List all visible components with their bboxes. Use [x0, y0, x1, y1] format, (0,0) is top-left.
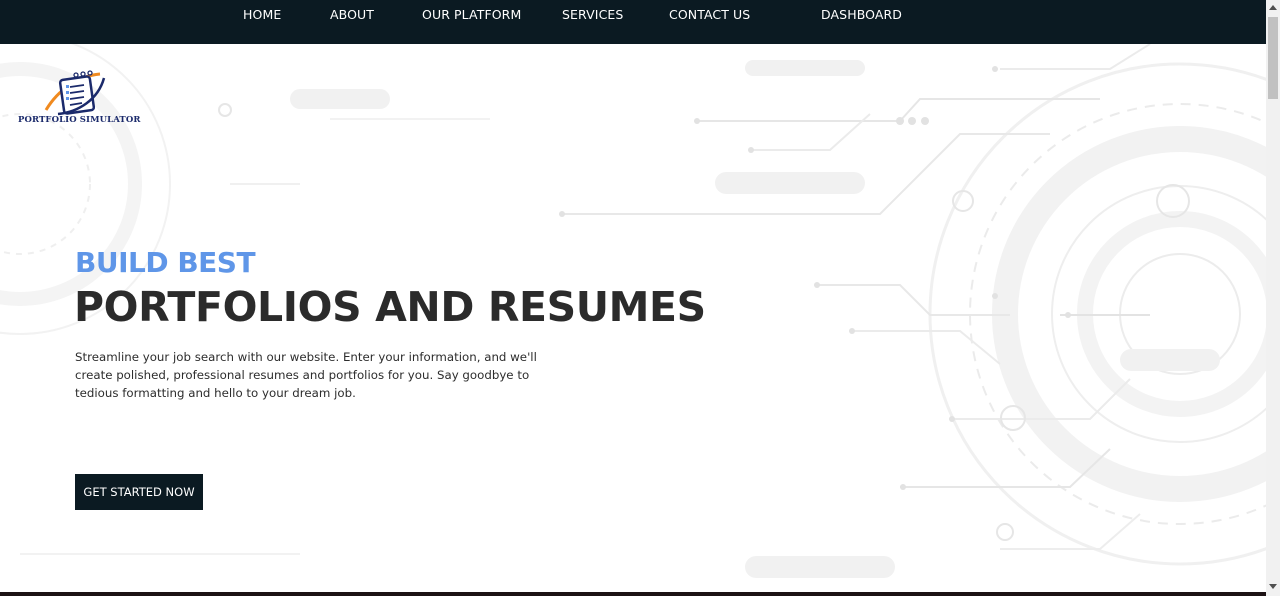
hero-eyebrow: BUILD BEST [75, 246, 256, 279]
hero-headline: PORTFOLIOS AND RESUMES [74, 283, 706, 331]
top-navigation-bar: HOME ABOUT OUR PLATFORM SERVICES CONTACT… [0, 0, 1266, 44]
hero-description: Streamline your job search with our webs… [75, 350, 537, 400]
resume-document-icon [44, 70, 106, 116]
next-section-edge [0, 592, 1266, 596]
logo-text: PORTFOLIO SIMULATOR [18, 115, 141, 125]
vertical-scrollbar[interactable] [1266, 0, 1280, 596]
nav-item-services[interactable]: SERVICES [562, 7, 623, 22]
scroll-down-arrow-icon[interactable] [1269, 584, 1277, 589]
nav-item-contact-us[interactable]: CONTACT US [669, 7, 750, 22]
nav-item-dashboard[interactable]: DASHBOARD [821, 7, 902, 22]
scrollbar-thumb[interactable] [1268, 17, 1278, 99]
portfolio-simulator-logo[interactable]: PORTFOLIO SIMULATOR [18, 70, 141, 128]
page: HOME ABOUT OUR PLATFORM SERVICES CONTACT… [0, 0, 1266, 596]
nav-item-home[interactable]: HOME [243, 7, 281, 22]
nav-item-about[interactable]: ABOUT [330, 7, 374, 22]
get-started-button[interactable]: GET STARTED NOW [75, 474, 203, 510]
nav-item-our-platform[interactable]: OUR PLATFORM [422, 7, 521, 22]
scroll-up-arrow-icon[interactable] [1269, 5, 1277, 10]
